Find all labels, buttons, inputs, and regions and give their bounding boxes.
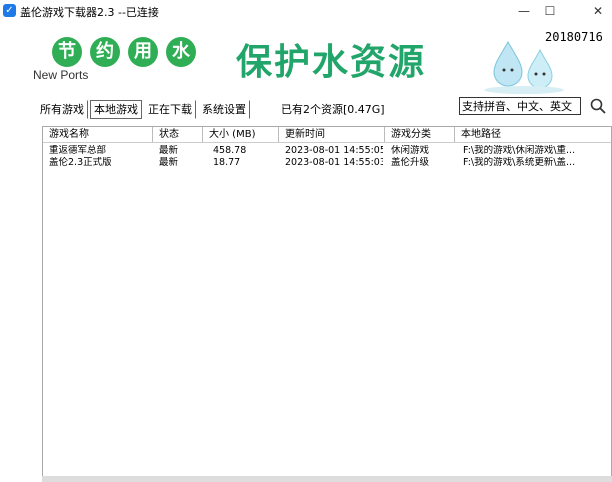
column-header-status[interactable]: 状态 [153, 127, 203, 142]
banner-slogan: 保护水资源 [236, 42, 427, 83]
table-row[interactable]: 重返德军总部 最新 458.78 2023-08-01 14:55:05 休闲游… [43, 145, 611, 157]
minimize-button[interactable]: — [514, 2, 534, 20]
slogan-circles: 节 约 用 水 [52, 37, 196, 67]
new-ports-label: New Ports [33, 68, 89, 82]
column-header-updated[interactable]: 更新时间 [279, 127, 385, 142]
cell-size: 18.77 [213, 157, 241, 168]
column-header-category[interactable]: 游戏分类 [385, 127, 455, 142]
cell-path: F:\我的游戏\系统更新\盖... [463, 157, 576, 168]
cell-name: 重返德军总部 [49, 145, 107, 156]
tab-bar: 所有游戏 本地游戏 正在下载 系统设置 [36, 100, 252, 119]
close-button[interactable]: ✕ [588, 2, 608, 20]
table-header: 游戏名称 状态 大小 (MB) 更新时间 游戏分类 本地路径 [43, 127, 611, 143]
maximize-button[interactable]: ☐ [540, 2, 560, 20]
slogan-char: 水 [166, 37, 196, 67]
games-table: 游戏名称 状态 大小 (MB) 更新时间 游戏分类 本地路径 重返德军总部 最新… [42, 126, 612, 482]
cell-updated: 2023-08-01 14:55:03 [285, 157, 383, 168]
cell-path: F:\我的游戏\休闲游戏\重... [463, 145, 576, 156]
cell-status: 最新 [159, 157, 179, 168]
column-header-name[interactable]: 游戏名称 [43, 127, 153, 142]
window-title: 盖伦游戏下载器2.3 --已连接 [20, 6, 159, 19]
tab-local-games[interactable]: 本地游戏 [90, 100, 142, 119]
water-drops-icon [484, 40, 564, 94]
column-header-path[interactable]: 本地路径 [455, 127, 611, 142]
banner: 节 约 用 水 保护水资源 20180716 [24, 24, 612, 94]
cell-category: 休闲游戏 [391, 145, 430, 156]
search-input[interactable]: 支持拼音、中文、英文 [459, 97, 581, 115]
cell-name: 盖伦2.3正式版 [49, 157, 112, 168]
table-row[interactable]: 盖伦2.3正式版 最新 18.77 2023-08-01 14:55:03 盖伦… [43, 157, 611, 169]
cell-updated: 2023-08-01 14:55:05 [285, 145, 383, 156]
slogan-char: 节 [52, 37, 82, 67]
app-icon: ✓ [3, 4, 16, 17]
tab-settings[interactable]: 系统设置 [198, 100, 250, 119]
cell-size: 458.78 [213, 145, 247, 156]
search-icon[interactable] [590, 98, 606, 114]
cell-category: 盖伦升级 [391, 157, 430, 168]
banner-code: 20180716 [545, 30, 603, 44]
title-bar: ✓ 盖伦游戏下载器2.3 --已连接 — ☐ ✕ [0, 0, 612, 24]
horizontal-scrollbar[interactable] [42, 476, 612, 482]
cell-status: 最新 [159, 145, 179, 156]
column-header-size[interactable]: 大小 (MB) [203, 127, 279, 142]
tab-all-games[interactable]: 所有游戏 [36, 100, 88, 119]
tab-downloading[interactable]: 正在下载 [144, 100, 196, 119]
slogan-char: 用 [128, 37, 158, 67]
resource-info: 已有2个资源[0.47G] [281, 103, 385, 116]
slogan-char: 约 [90, 37, 120, 67]
